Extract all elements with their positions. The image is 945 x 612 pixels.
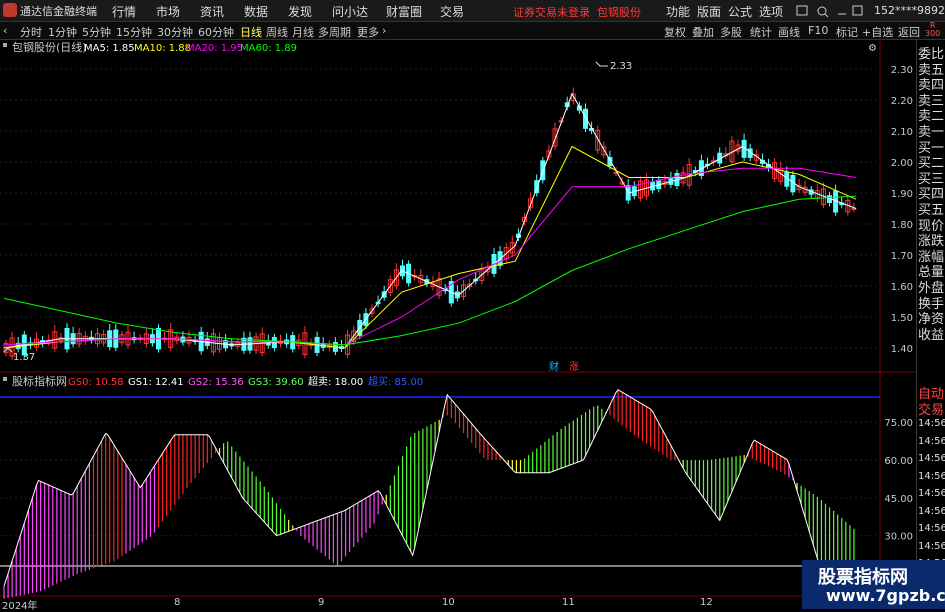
price-tick: 1.60 bbox=[891, 282, 913, 293]
menu-item-market[interactable]: 市场 bbox=[156, 3, 180, 20]
maximize-icon[interactable] bbox=[852, 5, 863, 16]
price-tick: 1.70 bbox=[891, 251, 913, 262]
collapse-icon[interactable] bbox=[3, 377, 7, 381]
r300-badge: R 300 bbox=[925, 21, 941, 38]
mail-icon[interactable] bbox=[796, 5, 808, 16]
indicator-value: GS2: 15.36 bbox=[188, 377, 244, 388]
overlay-button[interactable]: 叠加 bbox=[692, 24, 714, 40]
ma20-label: MA20: 1.95 bbox=[186, 43, 243, 54]
period-multi[interactable]: 多周期 bbox=[318, 24, 351, 40]
period-toolbar: ‹ 分时 1分钟 5分钟 15分钟 30分钟 60分钟 日线 周线 月线 多周期… bbox=[0, 22, 945, 40]
period-weekly[interactable]: 周线 bbox=[266, 24, 288, 40]
window-icons bbox=[796, 5, 863, 18]
date-label: 11 bbox=[562, 597, 575, 608]
login-notice[interactable]: 证券交易未登录 包钢股份 bbox=[513, 4, 641, 20]
app-logo-icon bbox=[3, 3, 17, 17]
menu-item-layout[interactable]: 版面 bbox=[697, 3, 721, 20]
ma60-label: MA60: 1.89 bbox=[240, 43, 297, 54]
watermark-url: www.7gpzb.com bbox=[826, 586, 945, 605]
price-tick: 2.30 bbox=[891, 65, 913, 76]
price-tick: 2.20 bbox=[891, 96, 913, 107]
indicator-value: GS1: 12.41 bbox=[128, 377, 184, 388]
side-panel-time: 14:56 bbox=[918, 470, 945, 482]
price-tick: 1.80 bbox=[891, 220, 913, 231]
nav-back-icon[interactable]: ‹ bbox=[3, 24, 7, 37]
period-daily[interactable]: 日线 bbox=[240, 24, 262, 40]
date-label: 12 bbox=[700, 597, 713, 608]
period-monthly[interactable]: 月线 bbox=[292, 24, 314, 40]
price-tick: 2.10 bbox=[891, 127, 913, 138]
side-panel-time: 14:56 bbox=[918, 540, 945, 552]
menu-item-options[interactable]: 选项 bbox=[759, 3, 783, 20]
adjust-button[interactable]: 复权 bbox=[664, 24, 686, 40]
price-tick: 1.40 bbox=[891, 344, 913, 355]
return-button[interactable]: 返回 bbox=[898, 24, 920, 40]
side-panel-time: 14:56 bbox=[918, 523, 945, 534]
quote-side-panel: 委比 卖五 卖四 卖三 卖二 卖一 买一 买二 买三 买四 买五 现价 涨跌 涨幅 总量 外盘 换手 净资 收益 自… bbox=[916, 40, 945, 609]
period-intraday[interactable]: 分时 bbox=[20, 24, 42, 40]
price-tick: 1.90 bbox=[891, 189, 913, 200]
date-label: 2024年 bbox=[2, 601, 38, 612]
period-more[interactable]: 更多 bbox=[357, 24, 379, 40]
menu-item-functions[interactable]: 功能 bbox=[666, 3, 690, 20]
high-price-label: 2.33 bbox=[610, 61, 632, 72]
menu-item-discover[interactable]: 发现 bbox=[288, 3, 312, 20]
indicator-tick: 75.00 bbox=[884, 418, 913, 429]
drawing-button[interactable]: 画线 bbox=[778, 24, 800, 40]
menu-item-assistant[interactable]: 问小达 bbox=[332, 3, 368, 20]
period-15min[interactable]: 15分钟 bbox=[116, 24, 152, 40]
period-5min[interactable]: 5分钟 bbox=[82, 24, 111, 40]
indicator-value: 超买: 85.00 bbox=[368, 375, 423, 388]
side-panel-time: 14:56 bbox=[918, 453, 945, 464]
sub-chart-title: 股标指标网 bbox=[12, 374, 67, 388]
menu-item-formula[interactable]: 公式 bbox=[728, 3, 752, 20]
menu-item-data[interactable]: 数据 bbox=[244, 3, 268, 20]
user-account[interactable]: 152****9892 bbox=[874, 4, 945, 17]
finance-marker[interactable]: 财 bbox=[549, 360, 559, 373]
rise-marker[interactable]: 涨 bbox=[569, 361, 579, 373]
side-panel-time: 14:56 bbox=[918, 488, 945, 499]
chart-area[interactable]: 2.30 2.20 2.10 2.00 1.90 1.80 1.70 1.60 1.50 1.40… bbox=[0, 40, 916, 609]
indicator-value: GS3: 39.60 bbox=[248, 377, 304, 388]
f10-button[interactable]: F10 bbox=[808, 24, 828, 37]
menu-item-trade[interactable]: 交易 bbox=[440, 3, 464, 20]
menu-item-wealth[interactable]: 财富圈 bbox=[386, 3, 422, 20]
statistics-button[interactable]: 统计 bbox=[750, 24, 772, 40]
mark-button[interactable]: 标记 bbox=[836, 24, 858, 40]
indicator-tick: 45.00 bbox=[884, 494, 913, 505]
side-panel-trade-item[interactable]: 交易 bbox=[918, 399, 945, 418]
period-1min[interactable]: 1分钟 bbox=[48, 24, 77, 40]
price-tick: 2.00 bbox=[891, 158, 913, 169]
date-label: 10 bbox=[442, 597, 455, 608]
title-bar: 通达信金融终端 行情 市场 资讯 数据 发现 问小达 财富圈 交易 证券交易未登… bbox=[0, 0, 945, 22]
side-panel-time: 14:56 bbox=[918, 418, 945, 429]
multi-stock-button[interactable]: 多股 bbox=[720, 24, 742, 40]
add-watchlist-button[interactable]: +自选 bbox=[862, 24, 893, 40]
ma5-label: MA5: 1.85 bbox=[84, 43, 135, 54]
period-60min[interactable]: 60分钟 bbox=[198, 24, 234, 40]
date-label: 8 bbox=[174, 597, 181, 608]
chevron-right-icon[interactable]: › bbox=[382, 24, 386, 37]
indicator-value: GS0: 10.58 bbox=[68, 377, 124, 388]
main-chart-title: 包钢股份(日线) bbox=[12, 40, 87, 54]
chart-settings-icon[interactable]: ⚙ bbox=[868, 43, 877, 54]
side-panel-time: 14:56 bbox=[918, 505, 945, 517]
indicator-tick: 30.00 bbox=[884, 532, 913, 543]
side-panel-time: 14:56 bbox=[918, 435, 945, 447]
date-label: 9 bbox=[318, 597, 325, 608]
side-panel-item[interactable]: 收益 bbox=[918, 324, 945, 343]
candle-body bbox=[583, 108, 588, 129]
collapse-icon[interactable] bbox=[3, 43, 7, 47]
menu-item-news[interactable]: 资讯 bbox=[200, 3, 224, 20]
menu-item-quotes[interactable]: 行情 bbox=[112, 3, 136, 20]
indicator-value: 超卖: 18.00 bbox=[308, 375, 363, 388]
indicator-tick: 60.00 bbox=[884, 456, 913, 467]
period-30min[interactable]: 30分钟 bbox=[157, 24, 193, 40]
app-title: 通达信金融终端 bbox=[20, 5, 97, 18]
ma10-label: MA10: 1.88 bbox=[134, 43, 191, 54]
search-icon[interactable] bbox=[817, 6, 827, 16]
low-price-label: 1.37 bbox=[13, 352, 35, 363]
price-tick: 1.50 bbox=[891, 313, 913, 324]
